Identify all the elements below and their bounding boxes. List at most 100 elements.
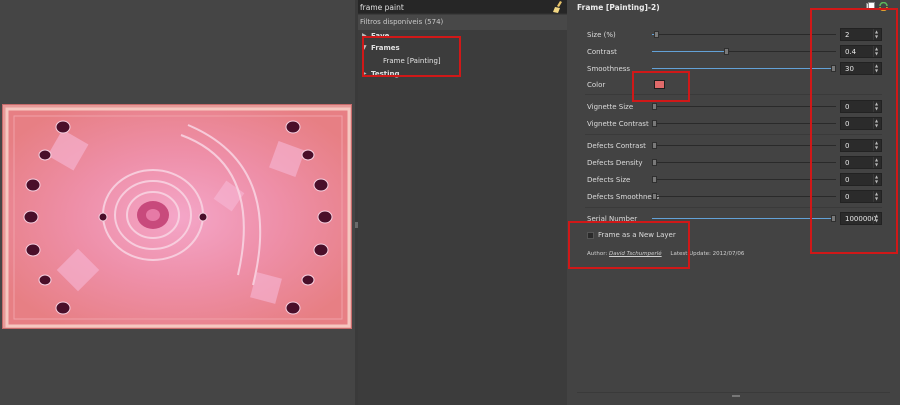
param-value-spinbox[interactable]: 0 ▲ ▼: [840, 173, 882, 186]
param-value: 1000000: [845, 215, 877, 223]
slider-handle[interactable]: [652, 103, 657, 110]
resize-grip[interactable]: [732, 395, 740, 397]
param-value: 0: [845, 159, 850, 167]
param-slider[interactable]: [652, 142, 836, 149]
expand-arrow-icon[interactable]: ▶: [362, 32, 367, 39]
bottom-divider: [577, 392, 890, 393]
slider-handle[interactable]: [831, 65, 836, 72]
spin-arrows[interactable]: ▲ ▼: [873, 191, 881, 202]
slider-handle[interactable]: [652, 159, 657, 166]
param-value-spinbox[interactable]: 30 ▲ ▼: [840, 62, 882, 75]
param-value: 0: [845, 103, 850, 111]
param-label: Smoothness: [587, 65, 631, 73]
section-divider: [585, 134, 882, 135]
spin-arrows[interactable]: ▲ ▼: [873, 118, 881, 129]
search-input[interactable]: [360, 1, 550, 13]
param-row: Color: [567, 78, 900, 92]
param-label: Color: [587, 81, 606, 89]
section-divider: [585, 94, 882, 95]
param-slider[interactable]: [652, 193, 836, 200]
preview-pane[interactable]: [0, 0, 355, 405]
param-slider[interactable]: [652, 31, 836, 38]
param-value: 0: [845, 176, 850, 184]
spin-down-icon[interactable]: ▼: [875, 163, 878, 167]
spin-arrows[interactable]: ▲ ▼: [873, 101, 881, 112]
param-value: 2: [845, 31, 850, 39]
slider-handle[interactable]: [654, 31, 659, 38]
param-value-spinbox[interactable]: 1000000 ▲ ▼: [840, 212, 882, 225]
tree-item-frame-painting[interactable]: Frame [Painting]: [358, 56, 567, 68]
param-slider[interactable]: [652, 159, 836, 166]
new-layer-checkbox[interactable]: [587, 232, 594, 239]
slider-handle[interactable]: [652, 120, 657, 127]
param-label: Defects Size: [587, 176, 631, 184]
spin-arrows[interactable]: ▲ ▼: [873, 174, 881, 185]
spin-down-icon[interactable]: ▼: [875, 124, 878, 128]
spin-down-icon[interactable]: ▼: [875, 69, 878, 73]
clear-search-icon[interactable]: [553, 1, 563, 13]
spin-down-icon[interactable]: ▼: [875, 35, 878, 39]
spin-down-icon[interactable]: ▼: [875, 52, 878, 56]
param-row: Smoothness 30 ▲ ▼: [567, 62, 900, 76]
slider-handle[interactable]: [652, 193, 657, 200]
slider-handle[interactable]: [724, 48, 729, 55]
param-value-spinbox[interactable]: 0 ▲ ▼: [840, 100, 882, 113]
param-value: 0: [845, 142, 850, 150]
param-label: Defects Contrast: [587, 142, 646, 150]
tree-folder-label: Fave: [371, 32, 390, 40]
param-value-spinbox[interactable]: 0 ▲ ▼: [840, 156, 882, 169]
spin-arrows[interactable]: ▲ ▼: [873, 29, 881, 40]
param-label: Defects Smoothness: [587, 193, 659, 201]
param-label: Vignette Contrast: [587, 120, 649, 128]
slider-handle[interactable]: [652, 176, 657, 183]
param-row: Defects Contrast 0 ▲ ▼: [567, 139, 900, 153]
param-row: Vignette Contrast 0 ▲ ▼: [567, 117, 900, 131]
param-value-spinbox[interactable]: 0 ▲ ▼: [840, 117, 882, 130]
spin-arrows[interactable]: ▲ ▼: [873, 213, 881, 224]
param-value: 0: [845, 120, 850, 128]
param-row: Vignette Size 0 ▲ ▼: [567, 100, 900, 114]
param-label: Vignette Size: [587, 103, 634, 111]
new-layer-label: Frame as a New Layer: [598, 231, 676, 239]
spin-down-icon[interactable]: ▼: [875, 146, 878, 150]
spin-down-icon[interactable]: ▼: [875, 197, 878, 201]
expand-arrow-icon[interactable]: ▶: [362, 70, 367, 77]
param-value-spinbox[interactable]: 0 ▲ ▼: [840, 190, 882, 203]
tree-folder-fave[interactable]: ▶ Fave: [358, 31, 567, 43]
spin-down-icon[interactable]: ▼: [875, 180, 878, 184]
param-value-spinbox[interactable]: 0.4 ▲ ▼: [840, 45, 882, 58]
param-value-spinbox[interactable]: 2 ▲ ▼: [840, 28, 882, 41]
color-picker-button[interactable]: [654, 80, 665, 89]
spin-arrows[interactable]: ▲ ▼: [873, 140, 881, 151]
param-slider[interactable]: [652, 120, 836, 127]
spin-arrows[interactable]: ▲ ▼: [873, 46, 881, 57]
tree-item-label: Frame [Painting]: [383, 57, 441, 65]
copy-icon[interactable]: [866, 2, 875, 11]
preview-artwork: [5, 107, 351, 328]
param-row: Defects Smoothness 0 ▲ ▼: [567, 190, 900, 204]
param-row: Defects Size 0 ▲ ▼: [567, 173, 900, 187]
spin-arrows[interactable]: ▲ ▼: [873, 157, 881, 168]
reset-icon[interactable]: [879, 2, 888, 11]
search-box[interactable]: [358, 0, 567, 14]
param-row: Serial Number 1000000 ▲ ▼: [567, 212, 900, 226]
slider-handle[interactable]: [652, 142, 657, 149]
tree-folder-frames[interactable]: ▼ Frames: [358, 43, 567, 55]
param-value-spinbox[interactable]: 0 ▲ ▼: [840, 139, 882, 152]
param-slider[interactable]: [652, 48, 836, 55]
param-slider[interactable]: [652, 176, 836, 183]
param-label: Serial Number: [587, 215, 638, 223]
spin-down-icon[interactable]: ▼: [875, 107, 878, 111]
param-slider[interactable]: [652, 215, 836, 222]
filter-title: Frame [Painting]-2): [577, 3, 660, 12]
collapse-arrow-icon[interactable]: ▼: [362, 44, 367, 51]
preview-image[interactable]: [2, 104, 352, 329]
param-value: 30: [845, 65, 854, 73]
spin-down-icon[interactable]: ▼: [875, 219, 878, 223]
spin-arrows[interactable]: ▲ ▼: [873, 63, 881, 74]
slider-handle[interactable]: [831, 215, 836, 222]
param-slider[interactable]: [652, 103, 836, 110]
param-slider[interactable]: [652, 65, 836, 72]
tree-folder-testing[interactable]: ▶ Testing: [358, 69, 567, 81]
author-link[interactable]: David Tschumperlé: [609, 251, 662, 257]
